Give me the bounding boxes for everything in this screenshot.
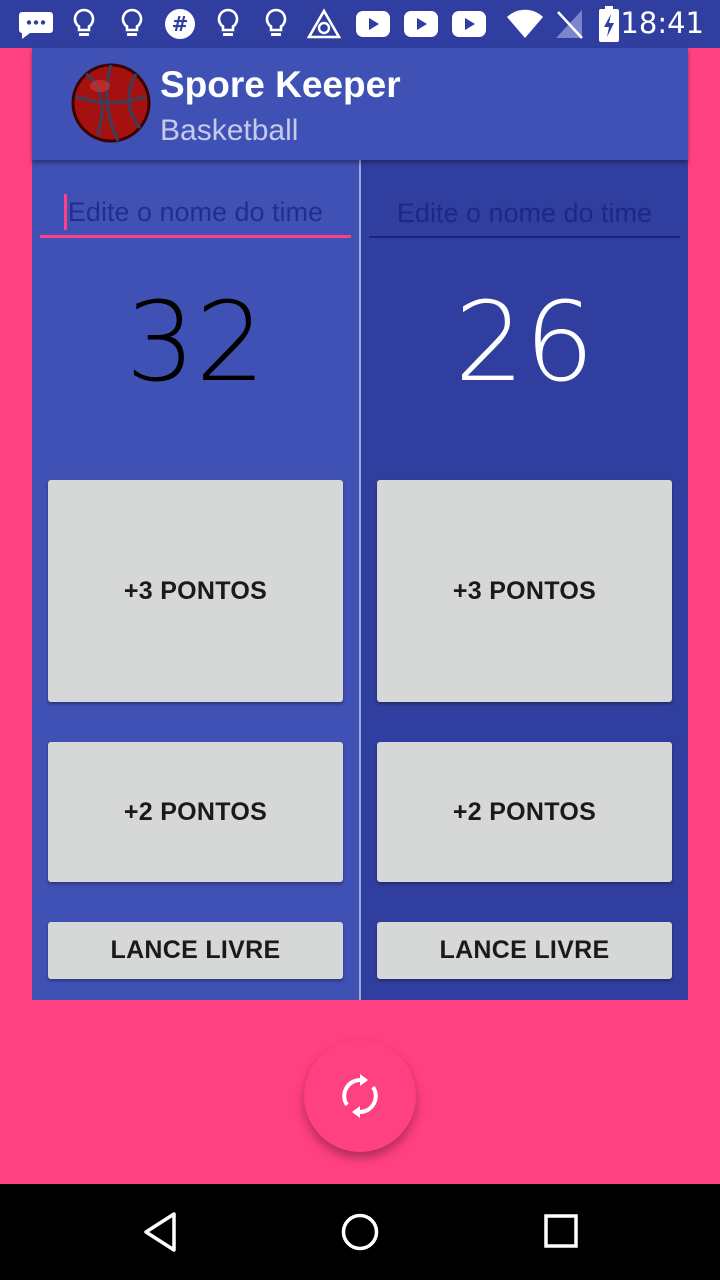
no-signal-icon (556, 10, 583, 39)
team-a-free-throw-button[interactable]: LANCE LIVRE (48, 922, 343, 979)
team-b-panel: 26 +3 PONTOS +2 PONTOS LANCE LIVRE (361, 160, 688, 1000)
messaging-icon (19, 12, 53, 39)
lightbulb-icon (121, 8, 143, 36)
wifi-icon (507, 9, 543, 38)
team-b-name-input[interactable] (369, 190, 680, 238)
battery-charging-icon (599, 6, 619, 42)
team-a-plus-two-button[interactable]: +2 PONTOS (48, 742, 343, 882)
scoreboard-card: Spore Keeper Basketball 32 +3 PONTOS +2 … (32, 48, 688, 1000)
youtube-icon (452, 11, 486, 37)
team-a-score: 32 (125, 278, 266, 406)
lightbulb-icon (265, 8, 287, 36)
refresh-icon (342, 1074, 378, 1118)
recents-icon[interactable] (542, 1210, 582, 1254)
team-b-plus-two-button[interactable]: +2 PONTOS (377, 742, 672, 882)
app-bar: Spore Keeper Basketball (32, 48, 688, 160)
team-a-plus-three-button[interactable]: +3 PONTOS (48, 480, 343, 702)
svg-text:#: # (172, 12, 189, 36)
reset-fab-button[interactable] (304, 1040, 416, 1152)
triangle-app-icon (306, 8, 342, 39)
slack-icon: # (165, 9, 195, 39)
basketball-logo (71, 63, 151, 143)
navigation-bar (0, 1184, 720, 1280)
youtube-icon (356, 11, 390, 37)
status-time: 18:41 (620, 6, 704, 40)
team-b-plus-three-button[interactable]: +3 PONTOS (377, 480, 672, 702)
back-icon[interactable] (140, 1210, 180, 1254)
team-a-name-input[interactable] (40, 190, 351, 238)
youtube-icon (404, 11, 438, 37)
text-cursor (64, 194, 67, 230)
app-subtitle: Basketball (160, 114, 299, 147)
lightbulb-icon (73, 8, 95, 36)
status-bar: # 18:41 (0, 0, 720, 48)
app-title: Spore Keeper (160, 64, 401, 105)
team-b-score: 26 (454, 278, 595, 406)
team-a-panel: 32 +3 PONTOS +2 PONTOS LANCE LIVRE (32, 160, 359, 1000)
lightbulb-icon (217, 8, 239, 36)
home-icon[interactable] (340, 1210, 380, 1254)
team-b-free-throw-button[interactable]: LANCE LIVRE (377, 922, 672, 979)
